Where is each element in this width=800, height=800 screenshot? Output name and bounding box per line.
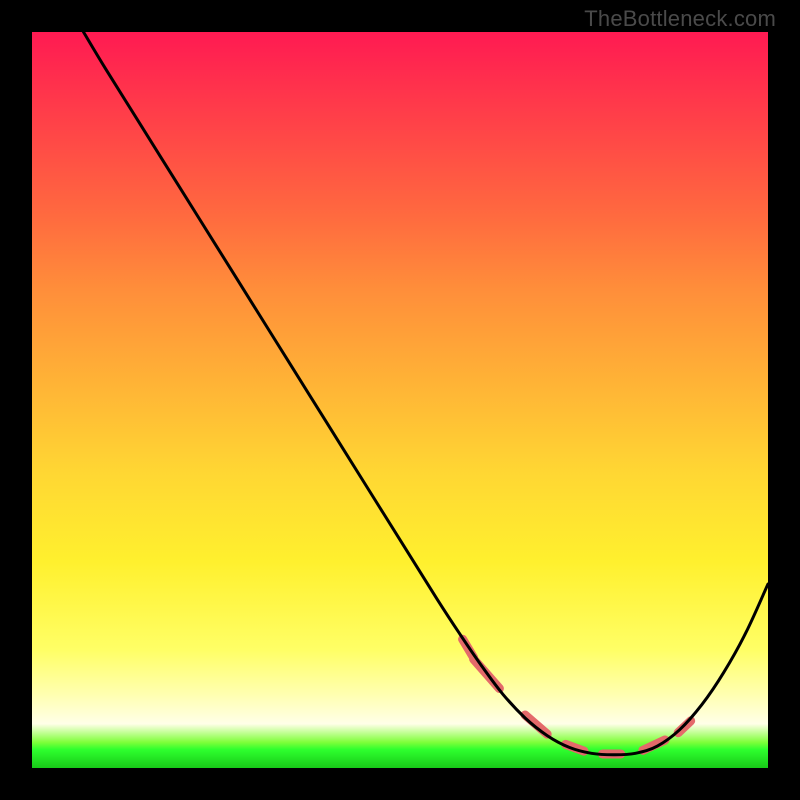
- chart-frame: TheBottleneck.com: [0, 0, 800, 800]
- watermark-text: TheBottleneck.com: [584, 6, 776, 32]
- marker-dashes: [463, 639, 691, 754]
- bottleneck-curve: [84, 32, 769, 755]
- marker-dash: [525, 715, 547, 734]
- plot-area: [32, 32, 768, 768]
- chart-svg: [32, 32, 768, 768]
